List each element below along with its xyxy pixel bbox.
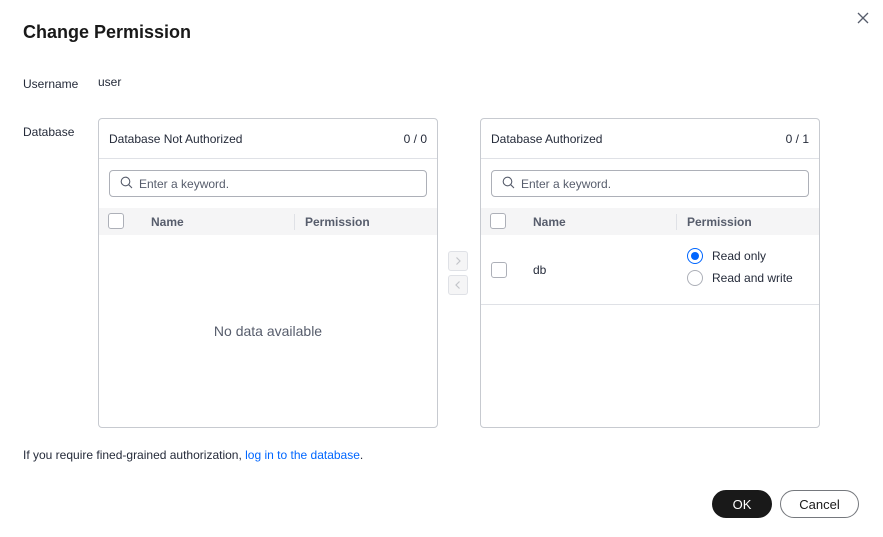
chevron-right-icon	[456, 257, 461, 265]
database-label: Database	[23, 125, 75, 139]
read-write-radio[interactable]: Read and write	[687, 270, 793, 286]
move-left-button[interactable]	[448, 275, 468, 295]
column-permission: Permission	[305, 215, 370, 229]
authorized-title: Database Authorized	[491, 131, 603, 146]
username-label: Username	[23, 77, 79, 91]
read-write-label: Read and write	[712, 271, 793, 285]
authorized-search[interactable]	[491, 170, 809, 197]
empty-state: No data available	[213, 323, 323, 339]
column-permission: Permission	[687, 215, 752, 229]
search-icon	[120, 176, 139, 192]
not-authorized-header: Database Not Authorized 0 / 0	[99, 119, 437, 159]
not-authorized-panel: Database Not Authorized 0 / 0 Name Permi…	[98, 118, 438, 428]
column-name: Name	[151, 215, 184, 229]
column-divider	[294, 214, 295, 230]
not-authorized-search[interactable]	[109, 170, 427, 197]
not-authorized-count: 0 / 0	[403, 131, 427, 146]
read-only-label: Read only	[712, 249, 767, 263]
radio-selected-icon[interactable]	[687, 248, 703, 264]
authorization-note: If you require fined-grained authorizati…	[23, 448, 363, 462]
cancel-button[interactable]: Cancel	[780, 490, 859, 518]
select-all-checkbox[interactable]	[108, 213, 124, 229]
table-row: db Read only Read and write	[481, 235, 819, 305]
chevron-left-icon	[455, 281, 460, 289]
authorized-count: 0 / 1	[785, 131, 809, 146]
radio-unselected-icon[interactable]	[687, 270, 703, 286]
select-all-checkbox[interactable]	[490, 213, 506, 229]
note-prefix: If you require fined-grained authorizati…	[23, 448, 246, 462]
column-divider	[676, 214, 677, 230]
authorized-panel: Database Authorized 0 / 1 Name Permissio…	[480, 118, 820, 428]
ok-button[interactable]: OK	[712, 490, 772, 518]
authorized-search-input[interactable]	[521, 176, 801, 191]
username-value: user	[98, 75, 122, 89]
authorized-header: Database Authorized 0 / 1	[481, 119, 819, 159]
not-authorized-title: Database Not Authorized	[109, 131, 243, 146]
search-icon	[502, 176, 521, 192]
column-name: Name	[533, 215, 566, 229]
move-right-button[interactable]	[448, 251, 468, 271]
not-authorized-search-input[interactable]	[139, 176, 419, 191]
read-only-radio[interactable]: Read only	[687, 248, 766, 264]
not-authorized-table-header: Name Permission	[99, 208, 437, 235]
login-database-link[interactable]: log in to the database	[245, 448, 360, 462]
database-name: db	[533, 263, 547, 277]
dialog-title: Change Permission	[23, 22, 192, 42]
close-icon[interactable]	[855, 10, 871, 26]
row-checkbox[interactable]	[491, 262, 507, 278]
note-suffix: .	[359, 448, 364, 462]
authorized-table-header: Name Permission	[481, 208, 819, 235]
